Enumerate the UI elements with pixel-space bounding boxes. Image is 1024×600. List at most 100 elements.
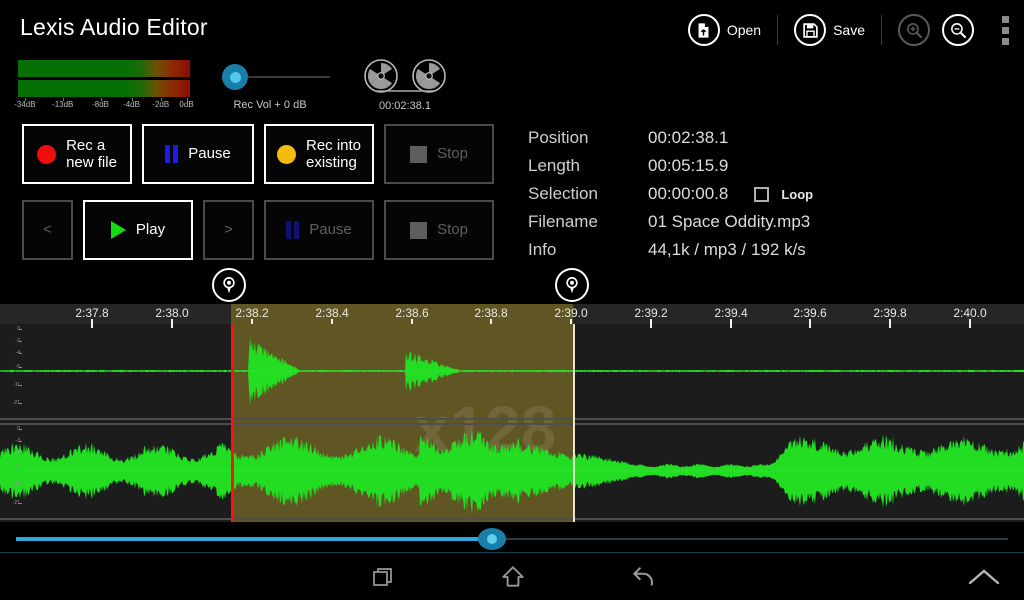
play-triangle-icon xyxy=(110,221,126,239)
floppy-save-icon xyxy=(794,14,827,46)
play-button-row: < Play > Pause Stop xyxy=(22,200,504,260)
play-play-button[interactable]: Play xyxy=(83,200,193,260)
meter-scale-label: -34dB xyxy=(14,100,36,109)
zoom-out-button[interactable] xyxy=(936,8,980,52)
home-icon[interactable] xyxy=(478,553,548,600)
record-stop-button: Stop xyxy=(384,124,494,184)
record-dot-icon xyxy=(37,144,57,164)
zoom-in-button[interactable] xyxy=(892,8,936,52)
record-button-row: Rec a new file Pause Rec into existing Stop xyxy=(22,124,504,184)
meter-scale-label: -2dB xyxy=(152,100,170,109)
stop-square-icon xyxy=(410,145,428,163)
rec-volume-label: Rec Vol + 0 dB xyxy=(233,99,307,111)
open-button[interactable]: Open xyxy=(682,8,767,52)
ruler-time-label: 2:38.0 xyxy=(155,306,189,320)
waveform-canvas[interactable]: x128 0-3-4-5-11-21 0-3-4-5-11-21 xyxy=(0,324,1024,522)
button-label: Stop xyxy=(437,221,468,239)
level-meter-channel-left xyxy=(18,60,190,77)
ruler-time-label: 2:39.6 xyxy=(793,306,827,320)
timeline-ruler[interactable]: 2:37.8 2:38.0 2:38.2 2:38.4 2:38.6 2:38.8 2:39… xyxy=(0,304,1024,328)
button-label: Pause xyxy=(188,145,231,163)
selection-start-marker[interactable] xyxy=(212,268,246,302)
ruler-time-label: 2:39.4 xyxy=(714,306,748,320)
scrollbar-thumb[interactable] xyxy=(478,528,507,550)
button-label: Play xyxy=(135,221,166,239)
channel-separator-top xyxy=(0,418,1024,420)
ruler-time-label: 2:39.0 xyxy=(554,306,588,320)
ruler-time-label: 2:37.8 xyxy=(75,306,109,320)
ruler-time-label: 2:38.8 xyxy=(474,306,508,320)
waveform-editor[interactable]: 2:37.8 2:38.0 2:38.2 2:38.4 2:38.6 2:38.8 2:39… xyxy=(0,304,1024,522)
transport-time: 00:02:38.1 xyxy=(379,100,431,112)
zoom-in-icon xyxy=(898,14,930,46)
loop-checkbox[interactable] xyxy=(754,186,770,202)
level-meter-scale: -34dB -13dB -8dB -4dB -2dB 0dB xyxy=(14,98,194,112)
toolbar-actions: Open Save xyxy=(682,8,1016,52)
meter-scale-label: -4dB xyxy=(123,100,140,109)
ruler-time-label: 2:40.0 xyxy=(953,306,987,320)
play--button: > xyxy=(203,200,254,260)
info-row: Selection 00:00:00.8 Loop xyxy=(528,180,948,208)
playback-cursor[interactable] xyxy=(231,324,234,522)
pause-bars-icon xyxy=(165,145,179,163)
horizontal-scrollbar[interactable] xyxy=(0,528,1024,550)
rec-volume-thumb[interactable] xyxy=(222,64,248,90)
play--button: < xyxy=(22,200,73,260)
transport-button-grid: Rec a new file Pause Rec into existing Stop <… xyxy=(22,124,504,260)
button-label: < xyxy=(43,221,52,239)
scrollbar-fill xyxy=(16,537,493,541)
ruler-time-label: 2:38.2 xyxy=(235,306,269,320)
chevron-up-icon[interactable] xyxy=(949,553,1019,600)
info-value: 00:05:15.9 xyxy=(648,156,729,175)
info-panel: Position 00:02:38.1 Length 00:05:15.9 Select… xyxy=(528,124,948,264)
info-key: Selection xyxy=(528,184,598,203)
recents-square-icon[interactable] xyxy=(348,553,418,600)
overflow-menu-icon[interactable] xyxy=(994,8,1016,52)
channel-scale-bottom: 0-3-4-5-11-21 xyxy=(0,424,22,518)
meter-scale-label: -13dB xyxy=(52,100,74,109)
toolbar-divider xyxy=(777,15,779,45)
record-pause-button[interactable]: Pause xyxy=(142,124,254,184)
loop-checkbox-group[interactable]: Loop xyxy=(754,186,814,202)
zoom-out-icon xyxy=(942,14,974,46)
record-rec-into-button[interactable]: Rec into existing xyxy=(264,124,374,184)
button-label: Pause xyxy=(309,221,352,239)
info-row: Info 44,1k / mp3 / 192 k/s xyxy=(528,236,948,264)
tape-reels-display: 00:02:38.1 xyxy=(357,58,453,112)
info-key: Position xyxy=(528,128,589,147)
info-row: Length 00:05:15.9 xyxy=(528,152,948,180)
selection-end-marker[interactable] xyxy=(555,268,589,302)
button-label: Stop xyxy=(437,145,468,163)
toolbar-divider-2 xyxy=(881,15,882,45)
info-row: Position 00:02:38.1 xyxy=(528,124,948,152)
channel-scale-top: 0-3-4-5-11-21 xyxy=(0,324,22,418)
lexis-audio-editor-window: Lexis Audio Editor Open Save -34dB -13dB… xyxy=(0,0,1024,600)
level-meter: -34dB -13dB -8dB -4dB -2dB 0dB xyxy=(14,60,194,112)
info-key: Info xyxy=(528,240,557,259)
editor-bottom-border xyxy=(0,518,1024,520)
save-button-label: Save xyxy=(833,22,865,38)
info-key: Length xyxy=(528,156,580,175)
info-value: 01 Space Oddity.mp3 xyxy=(648,212,811,231)
meter-scale-label: 0dB xyxy=(179,100,194,109)
stop-square-icon xyxy=(410,221,428,239)
ruler-time-label: 2:39.2 xyxy=(634,306,668,320)
back-arrow-icon[interactable] xyxy=(608,553,678,600)
record-rec-a-button[interactable]: Rec a new file xyxy=(22,124,132,184)
loop-label: Loop xyxy=(781,186,814,202)
info-value: 00:00:00.8 xyxy=(648,184,729,203)
page-title: Lexis Audio Editor xyxy=(20,14,208,40)
record-dot-icon xyxy=(276,144,296,164)
info-value: 44,1k / mp3 / 192 k/s xyxy=(648,240,806,259)
level-meter-channel-right xyxy=(18,80,190,97)
android-navigation-bar xyxy=(0,553,1024,600)
button-label: Rec a new file xyxy=(66,136,117,171)
save-button[interactable]: Save xyxy=(788,8,871,52)
selection-end-cursor[interactable] xyxy=(573,324,575,522)
open-file-icon xyxy=(687,14,720,46)
top-app-bar: Lexis Audio Editor Open Save xyxy=(0,0,1024,58)
ruler-time-label: 2:39.8 xyxy=(873,306,907,320)
channel-separator-bottom xyxy=(0,423,1024,425)
play-pause-button: Pause xyxy=(264,200,374,260)
info-key: Filename xyxy=(528,212,598,231)
